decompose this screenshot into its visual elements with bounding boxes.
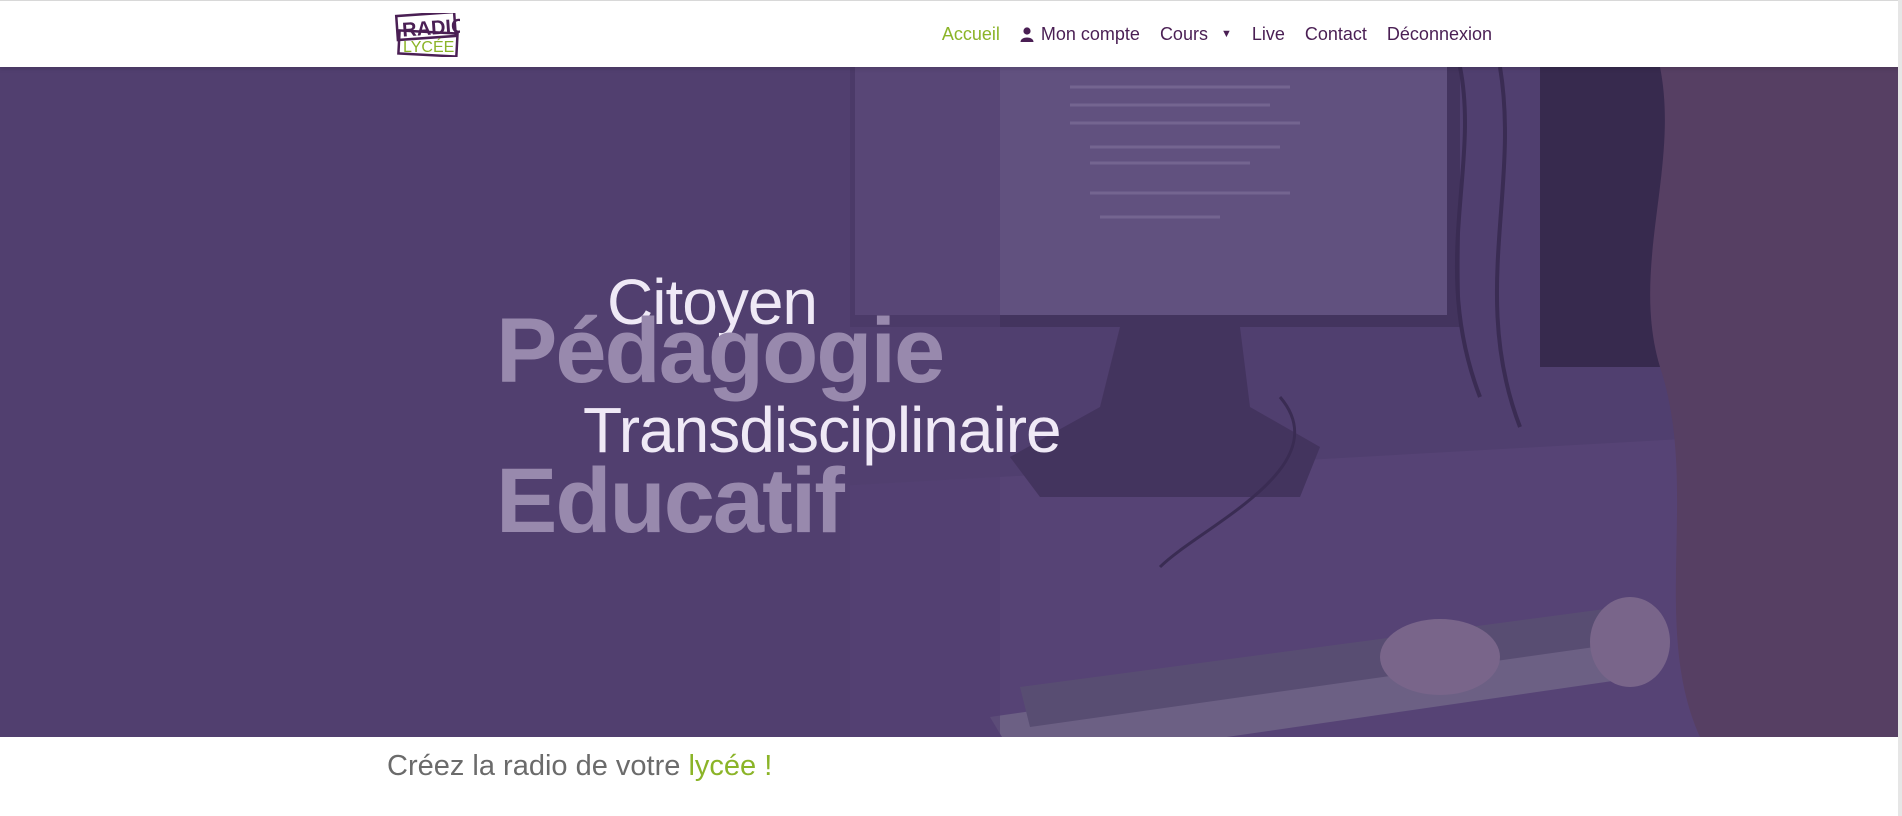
hero-banner: Citoyen Pédagogie Transdisciplinaire Edu… <box>0 67 1898 737</box>
page-tagline: Créez la radio de votre lycée ! <box>387 750 772 783</box>
nav-deconnexion[interactable]: Déconnexion <box>1387 24 1492 45</box>
nav-accueil-label: Accueil <box>941 23 1000 44</box>
nav-cours[interactable]: Cours ▼ <box>1160 24 1232 45</box>
tagline-text: Créez la radio de votre <box>387 750 689 782</box>
logo-bottom-text: LYCÉE <box>403 37 454 56</box>
hero-word-educatif: Educatif <box>496 450 845 552</box>
tagline-accent: lycée ! <box>688 750 773 782</box>
user-icon <box>1020 26 1034 42</box>
hero-word-pedagogie: Pédagogie <box>496 300 945 402</box>
nav-contact[interactable]: Contact <box>1305 24 1367 45</box>
page-scrollbar[interactable] <box>1898 0 1902 816</box>
nav-live-label: Live <box>1251 23 1285 44</box>
caret-down-icon: ▼ <box>1220 28 1232 40</box>
nav-cours-label: Cours <box>1159 23 1208 44</box>
nav-mon-compte[interactable]: Mon compte <box>1020 24 1140 45</box>
nav-mon-compte-label: Mon compte <box>1040 23 1140 44</box>
logo-top-text: RADIO <box>402 15 460 41</box>
nav-accueil[interactable]: Accueil <box>942 24 1000 45</box>
nav-deconnexion-label: Déconnexion <box>1386 23 1492 44</box>
main-nav: Accueil Mon compte Cours ▼ Live Contact … <box>942 1 1492 67</box>
nav-contact-label: Contact <box>1304 23 1367 44</box>
top-navbar: RADIO LYCÉE Accueil Mon compte Cours ▼ L… <box>0 0 1902 67</box>
radio-lycee-logo[interactable]: RADIO LYCÉE <box>394 10 467 58</box>
nav-live[interactable]: Live <box>1252 24 1285 45</box>
